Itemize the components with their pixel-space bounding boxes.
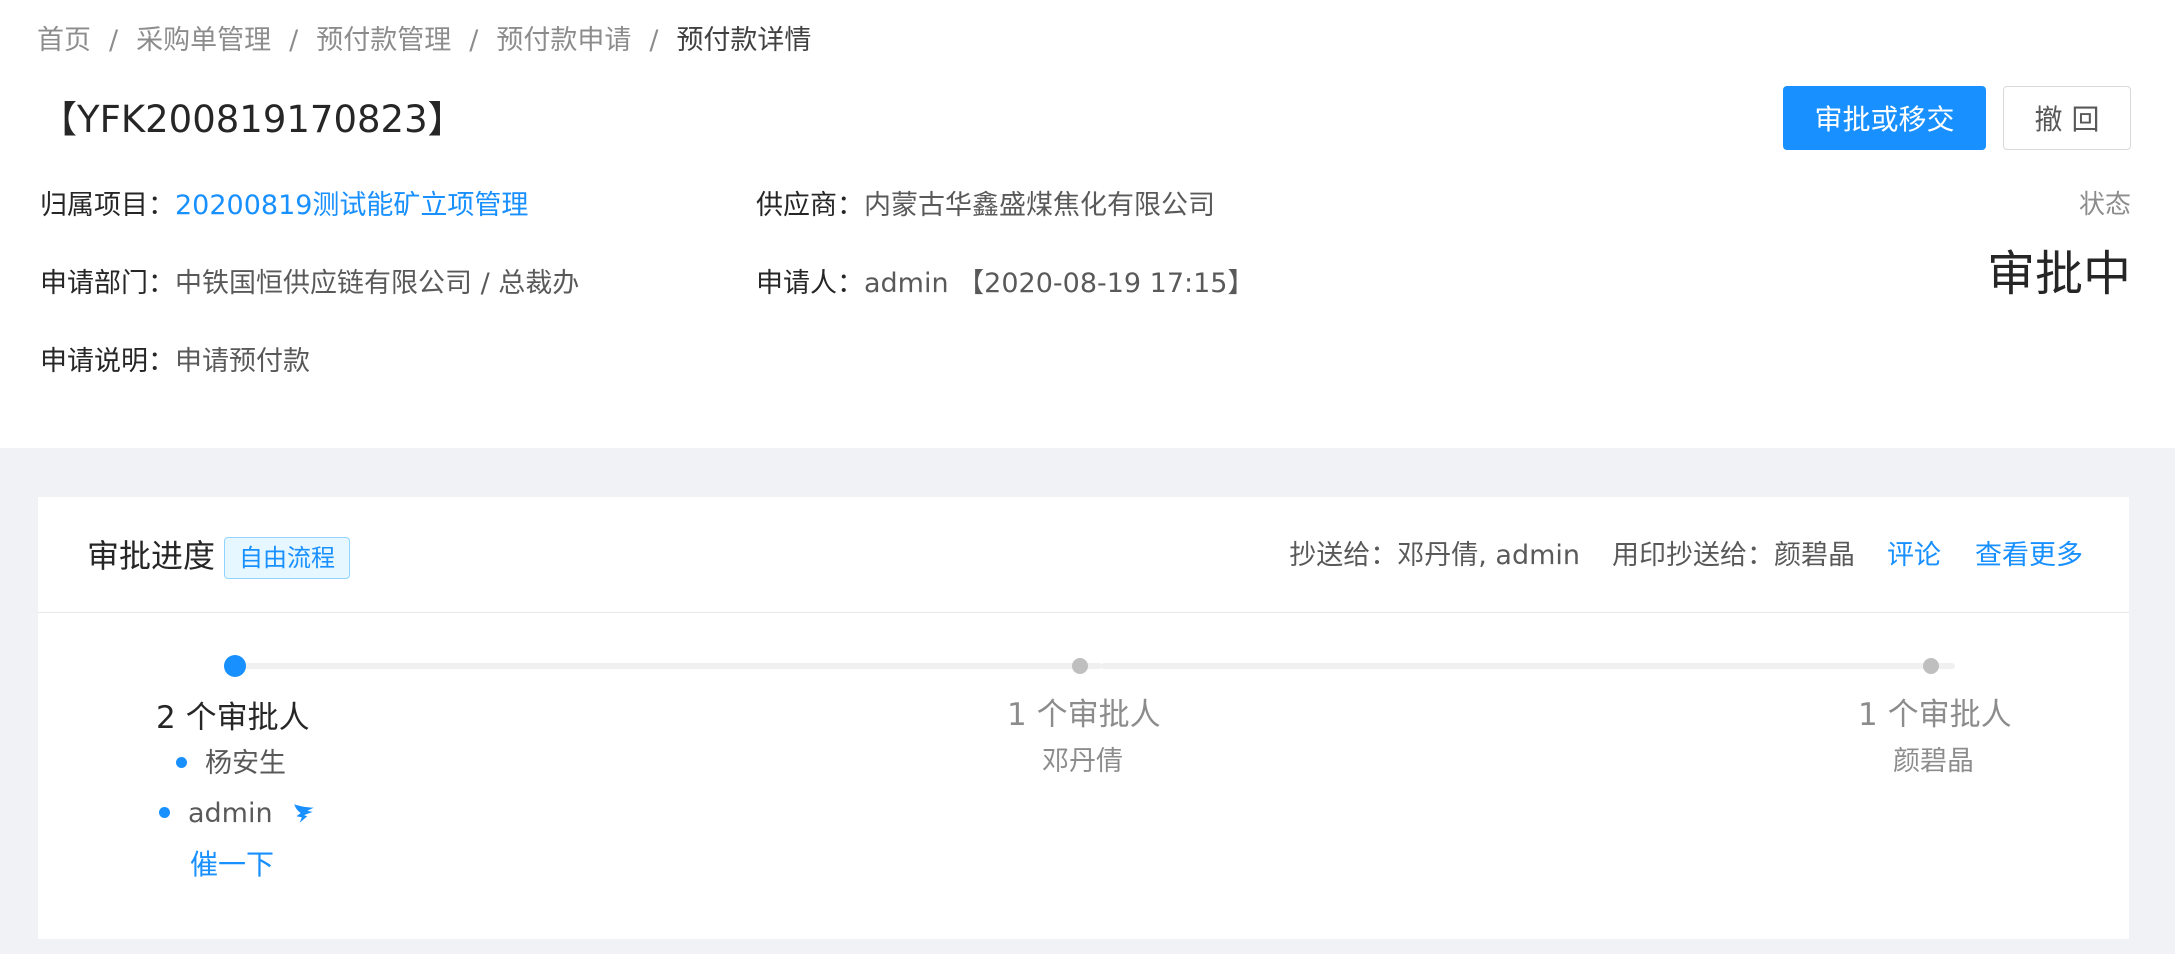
seal-cc-value: 颜碧晶 — [1774, 540, 1855, 571]
breadcrumb-separator: / — [649, 25, 659, 56]
step-1-approver: admin — [159, 796, 317, 832]
step-1-approver: 杨安生 — [176, 746, 286, 782]
dingtalk-icon[interactable] — [291, 800, 317, 826]
approval-progress-actions: 抄送给：邓丹倩, admin 用印抄送给：颜碧晶 评论 查看更多 — [1289, 535, 2083, 577]
approval-progress-header: 审批进度 自由流程 抄送给：邓丹倩, admin 用印抄送给：颜碧晶 评论 查看更多 — [38, 497, 2129, 613]
department-field: 申请部门：中铁国恒供应链有限公司 / 总裁办 — [40, 265, 579, 303]
breadcrumb-separator: / — [109, 25, 119, 56]
approver-name: admin — [188, 798, 273, 829]
status-label: 状态 — [2078, 190, 2131, 220]
urge-button[interactable]: 催一下 — [190, 846, 274, 884]
step-2-count: 1 个审批人 — [1007, 697, 1161, 733]
breadcrumb: 首页 / 采购单管理 / 预付款管理 / 预付款申请 / 预付款详情 — [37, 22, 811, 60]
step-3-approver: 颜碧晶 — [1893, 746, 1974, 777]
approval-steps: 2 个审批人 杨安生 admin 催一下 1 个审批人 邓丹倩 1 个审批人 颜… — [38, 613, 2129, 939]
approval-progress-card: 审批进度 自由流程 抄送给：邓丹倩, admin 用印抄送给：颜碧晶 评论 查看更多 … — [38, 497, 2129, 939]
step-2-dot — [1072, 658, 1088, 674]
department-label: 申请部门： — [40, 268, 175, 299]
breadcrumb-home[interactable]: 首页 — [37, 25, 91, 56]
project-link[interactable]: 20200819测试能矿立项管理 — [175, 190, 528, 221]
applicant-label: 申请人： — [756, 268, 864, 299]
page-title: 【YFK200819170823】 — [40, 98, 465, 141]
approve-or-transfer-button[interactable]: 审批或移交 — [1783, 86, 1986, 150]
step-2-approver: 邓丹倩 — [1042, 746, 1123, 777]
step-1-count: 2 个审批人 — [156, 700, 310, 736]
seal-cc-label: 用印抄送给： — [1612, 540, 1774, 571]
supplier-value: 内蒙古华鑫盛煤焦化有限公司 — [864, 190, 1215, 221]
step-3-dot — [1923, 658, 1939, 674]
cc-label: 抄送给： — [1289, 540, 1398, 571]
approver-bullet — [159, 807, 170, 818]
applicant-field: 申请人：admin 【2020-08-19 17:15】 — [756, 265, 1255, 303]
project-field: 归属项目：20200819测试能矿立项管理 — [40, 187, 528, 225]
approver-name: 杨安生 — [205, 748, 286, 779]
description-label: 申请说明： — [40, 346, 175, 377]
project-label: 归属项目： — [40, 190, 175, 221]
description-field: 申请说明：申请预付款 — [40, 343, 310, 381]
breadcrumb-separator: / — [469, 25, 479, 56]
detail-header-panel: 首页 / 采购单管理 / 预付款管理 / 预付款申请 / 预付款详情 【YFK200819170… — [0, 0, 2175, 448]
step-connector — [1101, 663, 1955, 669]
cc-value: 邓丹倩, admin — [1397, 540, 1580, 571]
view-more-link[interactable]: 查看更多 — [1975, 540, 2083, 571]
supplier-label: 供应商： — [756, 190, 864, 221]
status-value: 审批中 — [1986, 246, 2131, 302]
step-1-dot — [224, 655, 246, 677]
breadcrumb-separator: / — [289, 25, 299, 56]
step-connector — [244, 663, 1102, 669]
comment-link[interactable]: 评论 — [1887, 540, 1941, 571]
breadcrumb-purchase-orders[interactable]: 采购单管理 — [136, 25, 271, 56]
supplier-field: 供应商：内蒙古华鑫盛煤焦化有限公司 — [756, 187, 1215, 225]
breadcrumb-prepayment-application[interactable]: 预付款申请 — [496, 25, 631, 56]
applicant-value: admin 【2020-08-19 17:15】 — [864, 268, 1255, 299]
free-flow-tag: 自由流程 — [224, 537, 350, 579]
breadcrumb-prepayment-management[interactable]: 预付款管理 — [316, 25, 451, 56]
approver-bullet — [176, 757, 187, 768]
department-value: 中铁国恒供应链有限公司 / 总裁办 — [175, 268, 580, 299]
breadcrumb-current: 预付款详情 — [676, 25, 812, 56]
step-3-count: 1 个审批人 — [1858, 697, 2012, 733]
approval-progress-title: 审批进度 — [87, 537, 216, 575]
withdraw-button[interactable]: 撤 回 — [2003, 86, 2131, 150]
description-value: 申请预付款 — [175, 346, 310, 377]
